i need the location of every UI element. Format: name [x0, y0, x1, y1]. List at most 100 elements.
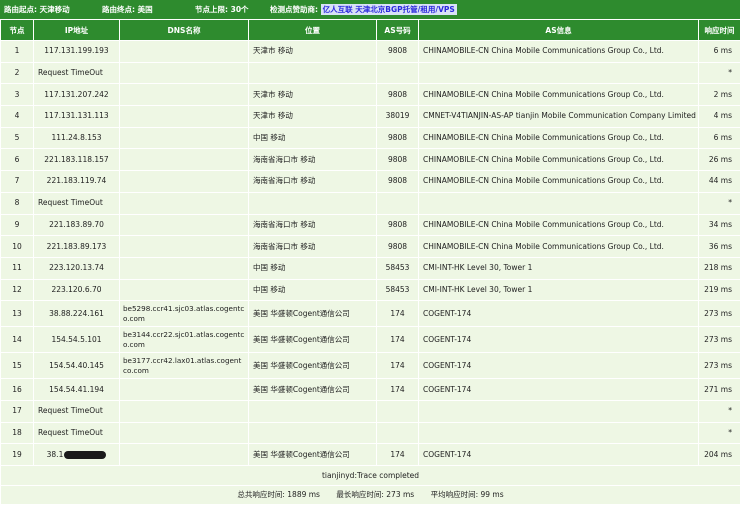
table-header-row: 节点 IP地址 DNS名称 位置 AS号码 AS信息 响应时间 [0, 19, 740, 41]
asinfo-cell: COGENT-174 [418, 352, 699, 380]
time-cell: 273 ms [698, 300, 740, 328]
asinfo-cell: COGENT-174 [418, 326, 699, 354]
dns-cell [119, 126, 249, 150]
hop-cell: 4 [0, 105, 34, 128]
asn-cell: 9808 [376, 213, 419, 237]
asinfo-cell [418, 191, 699, 215]
trace-info-bar: 路由起点: 天津移动 路由终点: 美国 节点上限: 30个 检测点赞助商: 亿人… [0, 0, 740, 19]
hop-cell: 2 [0, 61, 34, 85]
hop-limit-label: 节点上限: 30个 [195, 5, 249, 14]
col-header-time: 响应时间 [698, 19, 740, 41]
dns-cell [119, 170, 249, 193]
dns-cell [119, 278, 249, 302]
table-row: 19 38.1 美国 华盛顿Cogent通信公司 174 COGENT-174 204 m… [0, 443, 740, 466]
trace-page: 路由起点: 天津移动 路由终点: 美国 节点上限: 30个 检测点赞助商: 亿人… [0, 0, 740, 516]
asn-cell: 58453 [376, 278, 419, 302]
col-header-hop: 节点 [0, 19, 34, 41]
table-row: 10 221.183.89.173 海南省海口市 移动 9808 CHINAMOBILE… [0, 235, 740, 258]
sponsor-prefix: 检测点赞助商: [270, 5, 318, 14]
hop-cell: 19 [0, 443, 34, 466]
table-row: 12 223.120.6.70 中国 移动 58453 CMI-INT-HK Level… [0, 278, 740, 302]
time-cell: 36 ms [698, 235, 740, 258]
location-cell: 美国 华盛顿Cogent通信公司 [248, 326, 377, 354]
asinfo-cell: COGENT-174 [418, 443, 699, 466]
asn-cell [376, 421, 419, 445]
table-row: 16 154.54.41.194 美国 华盛顿Cogent通信公司 174 COGENT… [0, 378, 740, 401]
asinfo-cell [418, 399, 699, 423]
asinfo-cell [418, 61, 699, 85]
location-cell: 中国 移动 [248, 126, 377, 150]
dns-cell [119, 443, 249, 466]
hop-cell: 13 [0, 300, 34, 328]
ip-cell: 117.131.199.193 [33, 40, 120, 63]
asn-cell: 174 [376, 326, 419, 354]
table-row: 18 Request TimeOut * [0, 421, 740, 445]
col-header-asn: AS号码 [376, 19, 419, 41]
ip-cell: 111.24.8.153 [33, 126, 120, 150]
asinfo-cell: CHINAMOBILE-CN China Mobile Communicatio… [418, 170, 699, 193]
timing-stats: 总共响应时间: 1889 ms 最长响应时间: 273 ms 平均响应时间: 9… [0, 485, 740, 505]
time-cell: 6 ms [698, 126, 740, 150]
ip-cell: 117.131.207.242 [33, 83, 120, 107]
table-row: 15 154.54.40.145 be3177.ccr42.lax01.atlas.… [0, 352, 740, 380]
location-cell: 美国 华盛顿Cogent通信公司 [248, 300, 377, 328]
asn-cell: 9808 [376, 170, 419, 193]
table-row: 17 Request TimeOut * [0, 399, 740, 423]
ip-cell: 154.54.40.145 [33, 352, 120, 380]
ip-cell: Request TimeOut [33, 399, 120, 423]
ip-cell: 221.183.119.74 [33, 170, 120, 193]
ip-cell: 38.88.224.161 [33, 300, 120, 328]
location-cell: 天津市 移动 [248, 105, 377, 128]
hop-cell: 12 [0, 278, 34, 302]
asinfo-cell: CMNET-V4TIANJIN-AS-AP tianjin Mobile Com… [418, 105, 699, 128]
dns-cell [119, 213, 249, 237]
ip-cell: 154.54.5.101 [33, 326, 120, 354]
asn-cell: 58453 [376, 256, 419, 280]
ip-cell: Request TimeOut [33, 61, 120, 85]
ip-cell: Request TimeOut [33, 421, 120, 445]
asinfo-cell: CHINAMOBILE-CN China Mobile Communicatio… [418, 83, 699, 107]
table-row: 1 117.131.199.193 天津市 移动 9808 CHINAMOBILE-CN… [0, 40, 740, 63]
dns-cell: be3177.ccr42.lax01.atlas.cogentco.com [119, 352, 249, 380]
location-cell: 美国 华盛顿Cogent通信公司 [248, 352, 377, 380]
destination-label: 路由终点: 美国 [102, 5, 153, 14]
hop-cell: 11 [0, 256, 34, 280]
max-time: 最长响应时间: 273 ms [336, 490, 415, 499]
col-header-location: 位置 [248, 19, 377, 41]
avg-time: 平均响应时间: 99 ms [430, 490, 504, 499]
dns-cell [119, 191, 249, 215]
dns-cell [119, 148, 249, 172]
sponsor-link[interactable]: 亿人互联 天津北京BGP托管/租用/VPS [320, 4, 457, 15]
asn-cell: 174 [376, 352, 419, 380]
col-header-ip: IP地址 [33, 19, 120, 41]
dns-cell [119, 421, 249, 445]
time-cell: 218 ms [698, 256, 740, 280]
dns-cell [119, 61, 249, 85]
asn-cell [376, 191, 419, 215]
dns-cell [119, 105, 249, 128]
time-cell: 6 ms [698, 40, 740, 63]
ip-cell: 154.54.41.194 [33, 378, 120, 401]
ip-cell: Request TimeOut [33, 191, 120, 215]
asn-cell: 174 [376, 378, 419, 401]
asn-cell [376, 61, 419, 85]
table-row: 14 154.54.5.101 be3144.ccr22.sjc01.atlas.c… [0, 326, 740, 354]
asn-cell: 9808 [376, 40, 419, 63]
hop-cell: 14 [0, 326, 34, 354]
asn-cell: 9808 [376, 235, 419, 258]
sponsor-block: 检测点赞助商: 亿人互联 天津北京BGP托管/租用/VPS [270, 4, 457, 15]
asn-cell: 9808 [376, 148, 419, 172]
table-row: 6 221.183.118.157 海南省海口市 移动 9808 CHINAMOBILE… [0, 148, 740, 172]
location-cell: 中国 移动 [248, 256, 377, 280]
dns-cell [119, 83, 249, 107]
asn-cell: 174 [376, 300, 419, 328]
time-cell: * [698, 421, 740, 445]
time-cell: 34 ms [698, 213, 740, 237]
ip-cell: 38.1 [33, 443, 120, 466]
hop-cell: 9 [0, 213, 34, 237]
hop-cell: 5 [0, 126, 34, 150]
asn-cell: 9808 [376, 83, 419, 107]
time-cell: * [698, 191, 740, 215]
ip-cell: 117.131.131.113 [33, 105, 120, 128]
hop-cell: 1 [0, 40, 34, 63]
